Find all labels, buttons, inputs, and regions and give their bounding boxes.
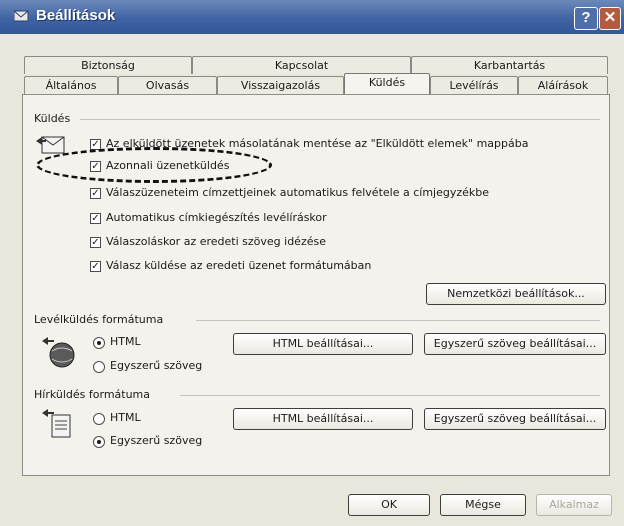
window-title: Beállítások	[36, 7, 116, 24]
mail-radio-plain-label: Egyszerű szöveg	[110, 359, 203, 372]
news-radio-plain-label: Egyszerű szöveg	[110, 434, 203, 447]
mail-plain-settings-button[interactable]: Egyszerű szöveg beállításai...	[424, 333, 606, 355]
apply-button[interactable]: Alkalmaz	[536, 494, 612, 516]
autocomplete-label: Automatikus címkiegészítés levélíráskor	[106, 211, 327, 224]
news-plain-settings-button[interactable]: Egyszerű szöveg beállításai...	[424, 408, 606, 430]
news-radio-html-label: HTML	[110, 411, 141, 424]
mail-radio-html[interactable]	[93, 337, 105, 349]
tab-row-bottom: Általános Olvasás Visszaigazolás Küldés …	[24, 73, 608, 94]
mail-globe-icon	[42, 337, 75, 368]
checkbox-reply-in-format[interactable]: ✓	[90, 261, 101, 272]
mail-format-divider	[196, 320, 600, 321]
cancel-button[interactable]: Mégse	[440, 494, 526, 516]
tab-compose[interactable]: Levélírás	[430, 76, 518, 94]
tab-general[interactable]: Általános	[24, 76, 118, 94]
close-button[interactable]: ✕	[599, 7, 621, 30]
outlook-express-icon	[14, 10, 29, 22]
news-radio-html[interactable]	[93, 413, 105, 425]
news-format-divider	[180, 395, 600, 396]
tab-row-top: Biztonság Kapcsolat Karbantartás	[24, 56, 608, 74]
tab-security[interactable]: Biztonság	[24, 56, 192, 74]
tab-signatures[interactable]: Aláírások	[518, 76, 608, 94]
mail-format-group-label: Levélküldés formátuma	[34, 313, 164, 326]
send-group-divider	[80, 119, 600, 120]
mail-radio-plain[interactable]	[93, 361, 105, 373]
help-button[interactable]: ?	[574, 7, 598, 30]
international-settings-button[interactable]: Nemzetközi beállítások...	[426, 283, 606, 305]
news-html-settings-button[interactable]: HTML beállításai...	[233, 408, 413, 430]
auto-add-recipients-label: Válaszüzeneteim címzettjeinek automatiku…	[106, 186, 490, 199]
quote-original-label: Válaszoláskor az eredeti szöveg idézése	[106, 235, 326, 248]
tab-maintenance[interactable]: Karbantartás	[411, 56, 608, 74]
checkbox-quote-original[interactable]: ✓	[90, 237, 101, 248]
mail-radio-html-label: HTML	[110, 335, 141, 348]
ok-button[interactable]: OK	[348, 494, 430, 516]
settings-dialog: Beállítások ? ✕ Biztonság Kapcsolat Karb…	[0, 0, 624, 526]
checkbox-auto-add-recipients[interactable]: ✓	[90, 188, 101, 199]
news-radio-plain[interactable]	[93, 436, 105, 448]
tab-read[interactable]: Olvasás	[118, 76, 217, 94]
mail-html-settings-button[interactable]: HTML beállításai...	[233, 333, 413, 355]
title-bar: Beállítások ? ✕	[0, 0, 624, 34]
tab-send[interactable]: Küldés	[344, 73, 430, 94]
send-group-label: Küldés	[34, 112, 71, 125]
news-format-group-label: Hírküldés formátuma	[34, 388, 151, 401]
checkbox-autocomplete[interactable]: ✓	[90, 213, 101, 224]
tab-receipts[interactable]: Visszaigazolás	[217, 76, 344, 94]
highlight-annotation	[36, 147, 272, 183]
newsgroup-icon	[42, 409, 71, 438]
reply-in-format-label: Válasz küldése az eredeti üzenet formátu…	[106, 259, 372, 272]
tab-connection[interactable]: Kapcsolat	[192, 56, 411, 74]
